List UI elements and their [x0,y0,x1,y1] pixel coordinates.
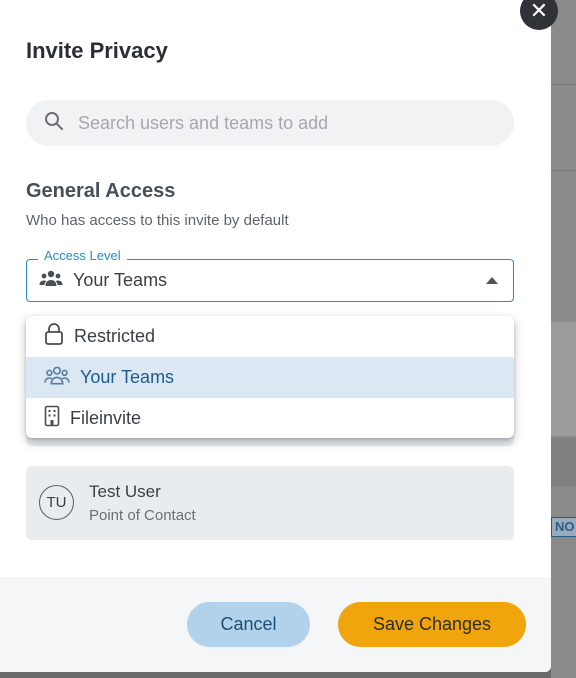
point-of-contact-card: TU Test User Point of Contact [26,466,514,540]
background-row [551,322,576,436]
option-restricted[interactable]: Restricted [26,316,514,357]
access-level-label: Access Level [38,248,127,263]
option-label: Your Teams [80,367,175,387]
general-access-subtitle: Who has access to this invite by default [26,212,289,229]
search-icon [44,111,64,136]
search-input[interactable] [78,112,478,134]
option-fileinvite[interactable]: Fileinvite [26,398,514,439]
contact-name: Test User [89,482,161,501]
option-label: Fileinvite [70,408,142,428]
contact-role: Point of Contact [89,507,196,524]
access-level-value: Your Teams [73,270,168,290]
option-your-teams[interactable]: Your Teams [26,357,514,398]
save-changes-button[interactable]: Save Changes [338,602,526,647]
building-icon [44,405,60,432]
background-row [551,438,576,486]
general-access-title: General Access [26,180,176,202]
access-level-menu: Restricted Your Teams Fileinvite [26,316,514,438]
invite-privacy-modal: Invite Privacy General Access Who has ac… [0,0,551,672]
access-level-select[interactable]: Your Teams [26,259,514,302]
avatar: TU [39,485,74,520]
caret-up-icon[interactable] [486,277,498,284]
modal-title: Invite Privacy [26,38,168,63]
cancel-button[interactable]: Cancel [187,602,310,647]
background-page: NO [551,0,576,678]
teams-icon [44,364,70,391]
background-badge: NO [551,517,576,537]
lock-icon [44,323,64,350]
background-divider [551,170,576,171]
option-label: Restricted [74,326,156,346]
search-bar[interactable] [26,100,514,146]
background-divider [551,84,576,85]
teams-icon [39,268,63,293]
